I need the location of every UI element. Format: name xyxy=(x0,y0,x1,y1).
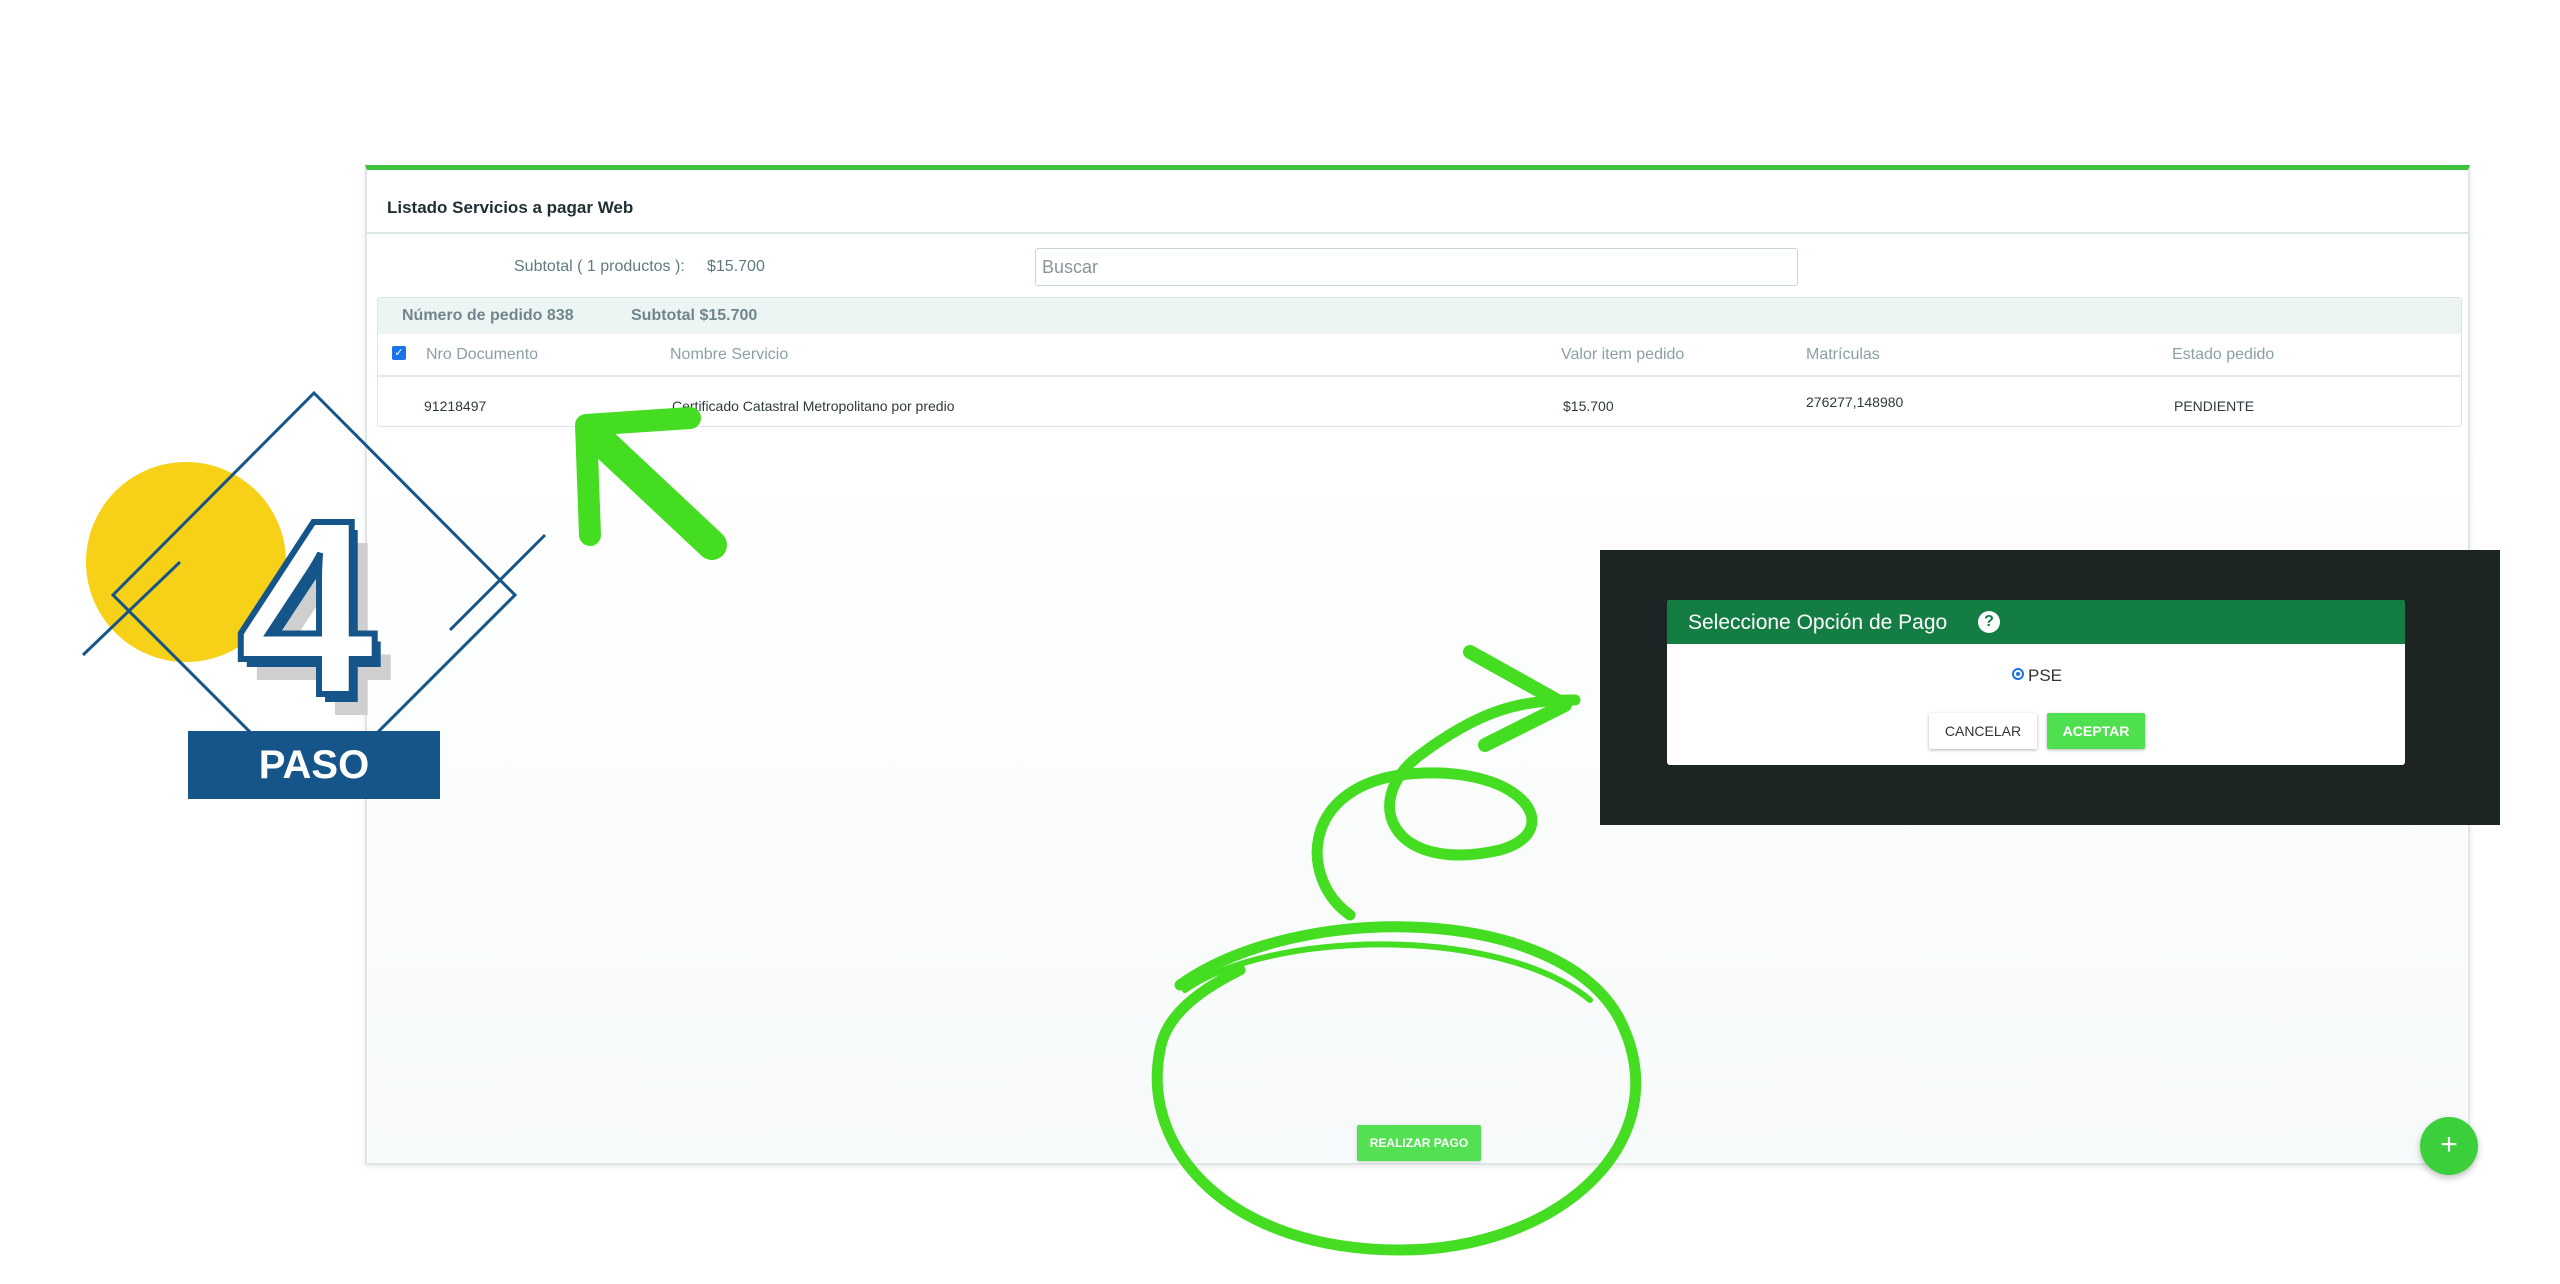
header-divider xyxy=(378,375,2461,377)
search-input[interactable] xyxy=(1035,248,1798,286)
paso-label-box: PASO xyxy=(188,731,440,799)
card-title: Listado Servicios a pagar Web xyxy=(387,198,634,217)
column-header-value: Valor item pedido xyxy=(1561,346,1685,363)
cell-value: $15.700 xyxy=(1563,398,1614,414)
cancel-button[interactable]: CANCELAR xyxy=(1929,713,2037,749)
pse-radio[interactable] xyxy=(2012,668,2024,680)
subtotal-label: Subtotal ( 1 productos ): xyxy=(514,258,685,275)
add-fab-button[interactable]: + xyxy=(2420,1117,2478,1175)
diamond-accent-line xyxy=(448,533,547,632)
cell-matriculas: 276277,148980 xyxy=(1806,394,1904,410)
subtotal-value: $15.700 xyxy=(707,258,765,275)
select-all-checkbox[interactable]: ✓ xyxy=(392,346,406,360)
cell-service: Certificado Catastral Metropolitano por … xyxy=(672,398,955,414)
step-number: 4 xyxy=(237,468,376,747)
column-header-service: Nombre Servicio xyxy=(670,346,789,363)
step-badge: 4 4 4 PASO xyxy=(80,390,560,810)
cell-status: PENDIENTE xyxy=(2174,398,2255,414)
payment-option-dialog: Seleccione Opción de Pago ? PSE CANCELAR… xyxy=(1667,600,2405,765)
pse-label[interactable]: PSE xyxy=(2028,666,2062,686)
column-header-matriculas: Matrículas xyxy=(1806,346,1880,363)
dialog-header: Seleccione Opción de Pago ? xyxy=(1667,600,2405,644)
help-icon[interactable]: ? xyxy=(1978,611,2000,633)
paso-label: PASO xyxy=(258,743,370,787)
order-subtotal: Subtotal $15.700 xyxy=(631,307,758,324)
column-header-status: Estado pedido xyxy=(2172,346,2275,363)
realizar-pago-button[interactable]: REALIZAR PAGO xyxy=(1357,1125,1481,1161)
payment-dialog-overlay: Seleccione Opción de Pago ? PSE CANCELAR… xyxy=(1600,550,2500,825)
column-header-document: Nro Documento xyxy=(426,346,539,363)
accept-button[interactable]: ACEPTAR xyxy=(2047,713,2145,749)
title-divider xyxy=(367,232,2468,234)
dialog-title: Seleccione Opción de Pago xyxy=(1688,611,1948,634)
order-table: Número de pedido 838 Subtotal $15.700 ✓ … xyxy=(377,297,2462,427)
order-number: Número de pedido 838 xyxy=(402,307,574,324)
order-header-bar: Número de pedido 838 Subtotal $15.700 xyxy=(378,298,2461,334)
